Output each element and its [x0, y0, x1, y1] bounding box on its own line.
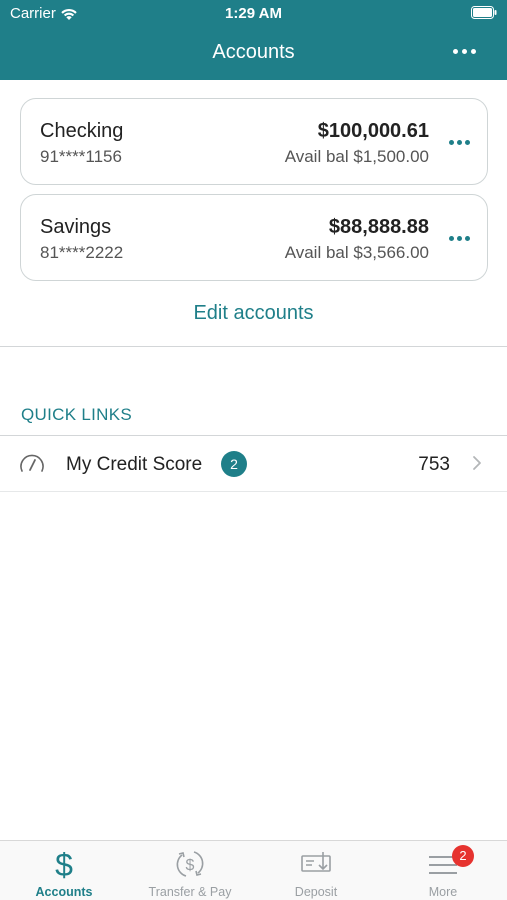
quick-link-label: My Credit Score — [66, 454, 203, 475]
battery-icon — [471, 6, 497, 19]
svg-text:$: $ — [55, 847, 73, 881]
account-number: 81****2222 — [40, 243, 124, 262]
ellipsis-icon — [452, 48, 458, 54]
chevron-right-icon — [473, 456, 481, 470]
available-balance: Avail bal $1,500.00 — [284, 147, 429, 166]
tab-more[interactable]: 2 More — [380, 841, 506, 900]
ellipsis-icon — [448, 139, 454, 145]
account-more-button[interactable] — [445, 135, 473, 149]
status-bar: Carrier 1:29 AM — [0, 0, 507, 28]
tab-accounts[interactable]: $ Accounts — [1, 841, 127, 900]
credit-score-value: 753 — [418, 454, 450, 475]
account-name: Savings — [40, 216, 112, 238]
page-title: Accounts — [212, 41, 295, 63]
tab-label: Accounts — [35, 885, 93, 899]
header-more-button[interactable] — [449, 40, 479, 62]
tab-label: More — [428, 885, 458, 899]
tab-deposit[interactable]: Deposit — [253, 841, 379, 900]
ellipsis-icon — [448, 235, 454, 241]
status-time: 1:29 AM — [225, 5, 282, 22]
account-card-checking[interactable]: Checking 91****1156 $100,000.61 Avail ba… — [20, 98, 488, 185]
app-header: Carrier 1:29 AM Accounts — [0, 0, 507, 80]
account-card-savings[interactable]: Savings 81****2222 $88,888.88 Avail bal … — [20, 194, 488, 281]
edit-accounts-link[interactable]: Edit accounts — [0, 302, 507, 325]
account-balance: $100,000.61 — [317, 120, 429, 142]
tab-label: Deposit — [294, 885, 338, 899]
account-number: 91****1156 — [40, 147, 122, 166]
dollar-icon: $ — [55, 847, 73, 881]
available-balance: Avail bal $3,566.00 — [284, 243, 429, 262]
tab-bar: $ Accounts $ Transfer & Pay Deposit 2 Mo… — [0, 840, 507, 900]
account-balance: $88,888.88 — [328, 216, 429, 238]
account-name: Checking — [40, 120, 124, 142]
gauge-icon — [20, 454, 44, 472]
section-divider — [0, 346, 507, 347]
notification-badge: 2 — [221, 451, 247, 477]
account-more-button[interactable] — [445, 231, 473, 245]
tab-transfer-pay[interactable]: $ Transfer & Pay — [127, 841, 253, 900]
tab-label: Transfer & Pay — [148, 885, 232, 899]
transfer-pay-icon: $ — [176, 851, 204, 877]
svg-text:$: $ — [186, 857, 195, 874]
deposit-check-icon — [301, 852, 331, 872]
quick-links-heading: QUICK LINKS — [21, 405, 132, 424]
quick-links-divider-bottom — [0, 491, 507, 492]
notification-badge: 2 — [452, 845, 474, 867]
quick-link-credit-score[interactable]: My Credit Score 2 753 — [0, 436, 507, 491]
